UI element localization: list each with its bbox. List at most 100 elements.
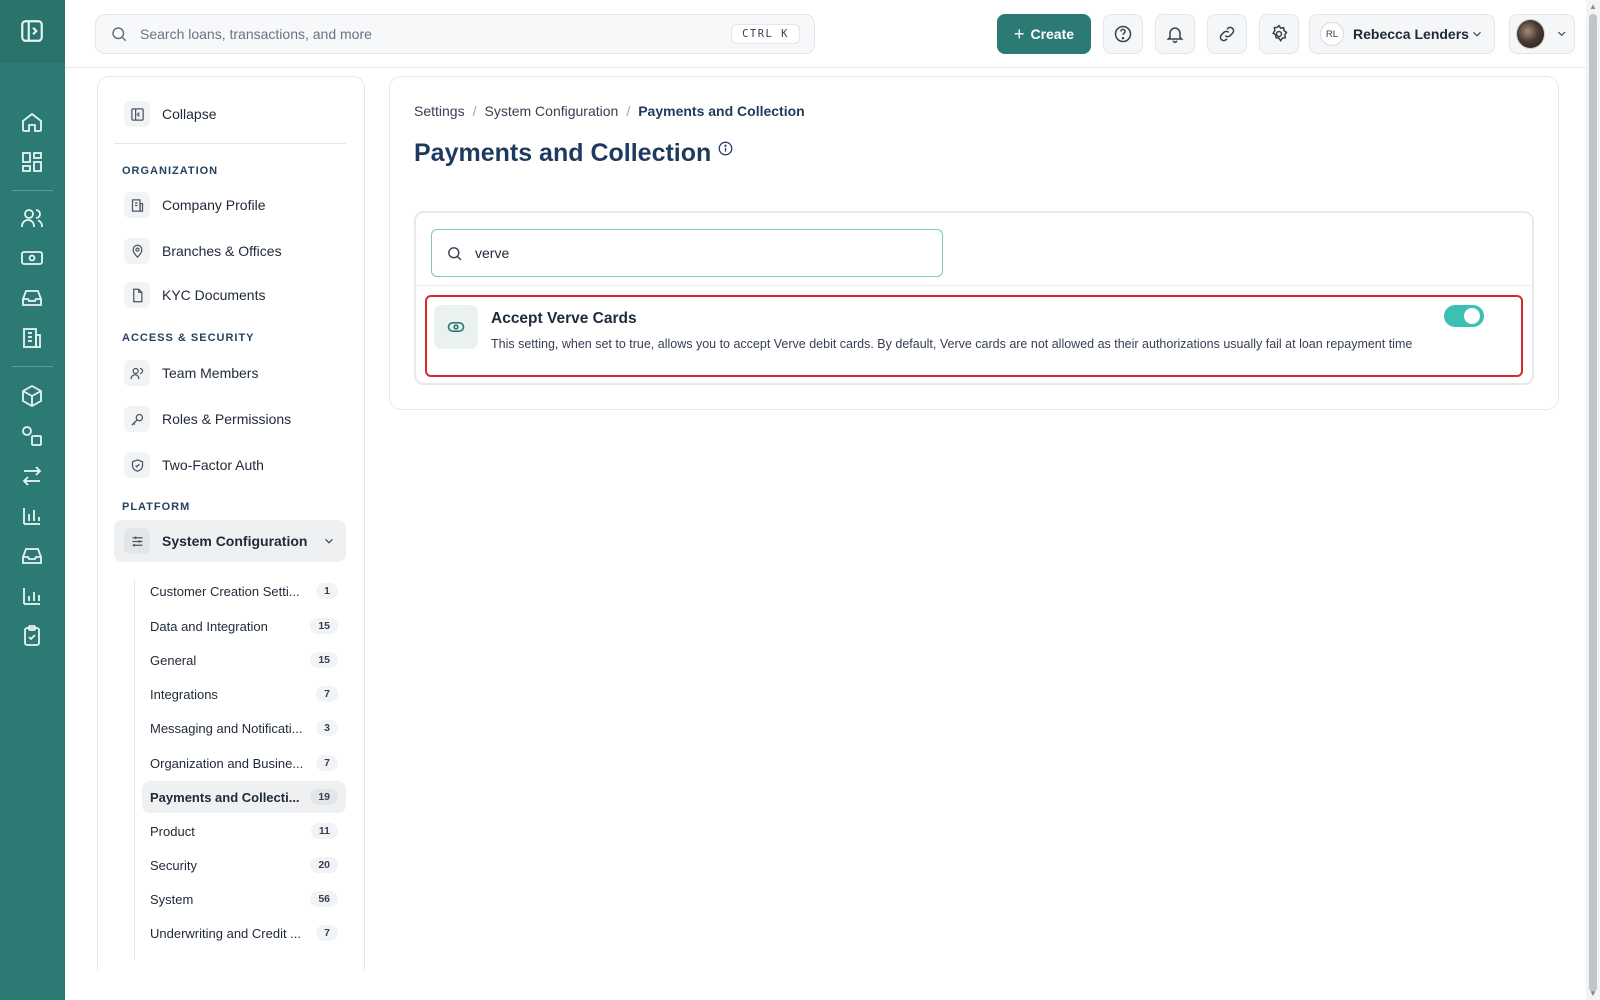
link-button[interactable] [1207,14,1247,54]
sub-item-payments-collection[interactable]: Payments and Collecti... 19 [142,781,346,813]
settings-sidebar: Collapse ORGANIZATION Company Profile Br… [97,76,365,971]
breadcrumb-separator: / [626,103,631,119]
sub-item-system[interactable]: System 56 [142,883,346,915]
sidebar-item-label: KYC Documents [162,287,266,303]
sub-item-security[interactable]: Security 20 [142,849,346,881]
scroll-up-icon[interactable]: ▲ [1589,2,1597,11]
accept-verve-cards-toggle[interactable] [1444,305,1484,327]
rail-divider [12,190,53,191]
settings-search-input[interactable]: verve [431,229,943,277]
section-heading-access-security: ACCESS & SECURITY [122,332,255,344]
sliders-icon [124,528,150,554]
breadcrumb-current: Payments and Collection [638,103,805,119]
user-name: Rebecca Lenders [1353,26,1469,42]
profile-menu-button[interactable] [1509,14,1575,54]
inbox-icon[interactable] [20,286,44,310]
bar-chart-icon[interactable] [20,504,44,528]
shield-icon [124,452,150,478]
gear-icon [1269,24,1289,44]
chevron-down-icon [1470,27,1484,41]
sub-item-data-integration[interactable]: Data and Integration 15 [142,610,346,642]
keyboard-shortcut-badge: CTRL K [731,24,800,44]
setting-description: This setting, when set to true, allows y… [491,337,1413,351]
create-button[interactable]: + Create [997,14,1091,54]
breadcrumb: Settings / System Configuration / Paymen… [414,103,805,119]
count-badge: 11 [310,823,338,839]
collapse-label: Collapse [162,106,217,122]
sidebar-divider [114,143,346,144]
page-title-wrapper: Payments and Collection [414,139,733,168]
sidebar-item-system-configuration[interactable]: System Configuration [114,520,346,562]
sub-item-label: Messaging and Notificati... [150,720,303,736]
sub-item-general[interactable]: General 15 [142,644,346,676]
scroll-down-icon[interactable]: ▼ [1589,989,1597,998]
cash-icon[interactable] [20,246,44,270]
notifications-button[interactable] [1155,14,1195,54]
sub-item-customer-creation[interactable]: Customer Creation Setti... 1 [142,575,346,607]
search-icon [446,245,463,262]
settings-button[interactable] [1259,14,1299,54]
create-label: Create [1030,26,1075,42]
tray-icon[interactable] [20,544,44,568]
sub-item-label: Integrations [150,686,218,702]
sidebar-item-team-members[interactable]: Team Members [114,353,346,393]
sidebar-toggle-icon[interactable] [19,18,45,44]
sub-item-label: Data and Integration [150,618,268,634]
shapes-icon[interactable] [20,424,44,448]
document-icon [124,282,150,308]
clipboard-check-icon[interactable] [20,624,44,648]
collapse-button[interactable]: Collapse [114,94,346,134]
sidebar-item-two-factor-auth[interactable]: Two-Factor Auth [114,445,346,485]
toggle-knob [1464,308,1480,324]
package-icon[interactable] [20,384,44,408]
organization-switcher[interactable]: RL Rebecca Lenders [1309,14,1495,54]
search-placeholder: Search loans, transactions, and more [140,26,372,42]
page-scrollbar[interactable]: ▲ ▼ [1586,0,1600,1000]
count-badge: 15 [310,618,338,634]
dashboard-icon[interactable] [20,150,44,174]
breadcrumb-settings[interactable]: Settings [414,103,465,119]
sub-item-label: General [150,652,197,668]
sidebar-item-kyc-documents[interactable]: KYC Documents [114,275,346,315]
info-icon[interactable] [718,141,733,156]
chevron-down-icon [322,534,336,548]
global-search-input[interactable]: Search loans, transactions, and more CTR… [95,14,815,54]
sub-item-integrations[interactable]: Integrations 7 [142,678,346,710]
count-badge: 56 [310,891,338,907]
search-value: verve [475,245,510,261]
avatar [1516,19,1545,49]
sidebar-item-company-profile[interactable]: Company Profile [114,185,346,225]
transfer-icon[interactable] [20,464,44,488]
sub-item-label: Underwriting and Credit ... [150,925,302,941]
plus-icon: + [1013,23,1025,44]
page-title: Payments and Collection [414,139,712,167]
users-icon[interactable] [20,206,44,230]
user-initials-avatar: RL [1320,22,1344,46]
count-badge: 1 [316,583,338,599]
panel-divider [416,285,1532,286]
sidebar-item-branches[interactable]: Branches & Offices [114,231,346,271]
bell-icon [1165,24,1185,44]
chevron-down-icon [1555,27,1568,41]
scrollbar-thumb[interactable] [1589,14,1597,992]
count-badge: 7 [316,755,338,771]
sidebar-item-label: Two-Factor Auth [162,457,264,473]
home-icon[interactable] [20,110,44,134]
help-button[interactable] [1103,14,1143,54]
sub-item-messaging[interactable]: Messaging and Notificati... 3 [142,712,346,744]
section-heading-organization: ORGANIZATION [122,165,219,177]
breadcrumb-separator: / [472,103,477,119]
setting-row-accept-verve-cards: Accept Verve Cards This setting, when se… [425,295,1523,377]
settings-panel: verve Accept Verve Cards This setting, w… [414,211,1534,385]
analytics-icon[interactable] [20,584,44,608]
sub-item-underwriting[interactable]: Underwriting and Credit ... 7 [142,917,346,949]
sidebar-item-roles-permissions[interactable]: Roles & Permissions [114,399,346,439]
building-icon[interactable] [20,326,44,350]
search-icon [110,25,128,43]
users-icon [124,360,150,386]
app-rail [0,0,65,1000]
sidebar-item-label: Company Profile [162,197,266,213]
sub-item-organization-business[interactable]: Organization and Busine... 7 [142,747,346,779]
sub-item-product[interactable]: Product 11 [142,815,346,847]
breadcrumb-system-configuration[interactable]: System Configuration [484,103,618,119]
